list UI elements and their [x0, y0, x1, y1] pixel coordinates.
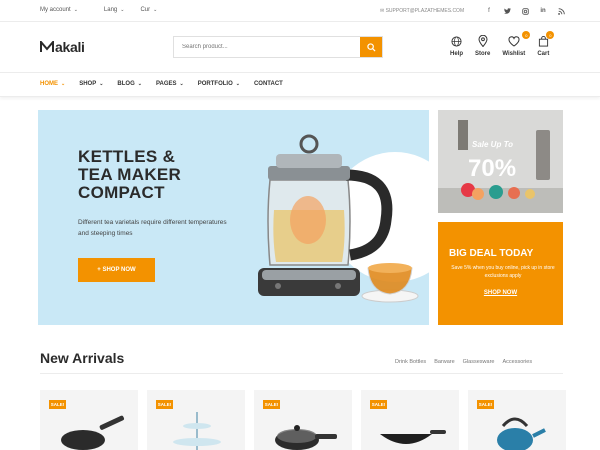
hero-description: Different tea varietals require differen…: [78, 219, 227, 237]
logo[interactable]: akali: [40, 39, 85, 55]
nav-label: PAGES: [155, 81, 177, 87]
header-actions: Help Store 0 Wishlist 0 Cart: [450, 31, 561, 57]
deal-shop-now-button[interactable]: SHOP NOW: [438, 290, 563, 296]
chevron-down-icon: ⌄: [73, 7, 78, 13]
instagram-icon[interactable]: [520, 5, 530, 17]
nav-label: CONTACT: [253, 81, 283, 87]
nav-item-pages[interactable]: PAGES ⌄: [156, 81, 184, 87]
chevron-down-icon: ⌄: [153, 7, 158, 13]
facebook-icon[interactable]: f: [484, 5, 494, 17]
hero-title: KETTLES & TEA MAKER COMPACT: [78, 148, 181, 202]
search-box: [173, 36, 383, 58]
tab-barware[interactable]: Barware: [434, 359, 454, 365]
help-globe-icon: [451, 35, 462, 47]
tab-drink-bottles[interactable]: Drink Bottles: [395, 359, 426, 365]
wishlist-link[interactable]: 0 Wishlist: [502, 31, 531, 57]
rss-icon[interactable]: [556, 5, 566, 17]
hero-title-line3: COMPACT: [78, 183, 165, 202]
deal-title: BIG DEAL TODAY: [449, 248, 534, 259]
tab-accessories[interactable]: Accessories: [502, 359, 532, 365]
product-card[interactable]: SALE!: [147, 390, 245, 450]
nav-item-home[interactable]: HOME ⌄: [40, 81, 65, 87]
product-card[interactable]: SALE!: [361, 390, 459, 450]
sale-badge: SALE!: [49, 400, 66, 409]
nav-label: PORTFOLIO: [197, 81, 233, 87]
product-grid: SALE! SALE! SALE! SALE! SALE!: [40, 390, 566, 450]
deal-description: Save 5% when you buy online, pick up in …: [451, 265, 555, 279]
sale-banner[interactable]: Sale Up To 70%: [438, 110, 563, 213]
chevron-down-icon: ⌄: [137, 81, 142, 87]
language-dropdown[interactable]: Lang ⌄: [104, 7, 125, 13]
linkedin-icon[interactable]: in: [538, 5, 548, 17]
nav-label: HOME: [40, 81, 58, 87]
product-card[interactable]: SALE!: [254, 390, 352, 450]
support-email[interactable]: ✉ SUPPORT@PLAZATHEMES.COM: [380, 8, 464, 14]
sale-badge: SALE!: [156, 400, 173, 409]
hero-title-line2: TEA MAKER: [78, 165, 182, 184]
chevron-down-icon: ⌄: [235, 81, 240, 87]
main-nav: HOME ⌄ SHOP ⌄ BLOG ⌄ PAGES ⌄ PORTFOLIO ⌄ CONT…: [0, 72, 600, 97]
chevron-down-icon: ⌄: [61, 81, 66, 87]
nav-item-contact[interactable]: CONTACT: [254, 81, 283, 87]
header: akali Help Store 0 Wishlist 0 Cart: [0, 22, 600, 72]
cart-label: Cart: [537, 51, 550, 57]
tab-glassesware[interactable]: Glassesware: [463, 359, 495, 365]
heart-icon: [508, 35, 520, 47]
nav-item-shop[interactable]: SHOP ⌄: [79, 81, 103, 87]
product-card[interactable]: SALE!: [40, 390, 138, 450]
logo-text: akali: [55, 39, 85, 55]
nav-label: BLOG: [117, 81, 135, 87]
teapot-image: [497, 417, 546, 450]
social-links: f in: [484, 5, 566, 17]
wishlist-label: Wishlist: [502, 51, 526, 57]
chevron-down-icon: ⌄: [99, 81, 104, 87]
store-link[interactable]: Store: [475, 34, 490, 57]
cart-count-badge: 0: [546, 31, 555, 39]
sale-badge: SALE!: [263, 400, 280, 409]
lidded-pan-image: [275, 425, 337, 450]
hero-title-line1: KETTLES &: [78, 147, 176, 166]
kettle-image: [258, 134, 419, 303]
section-title: New Arrivals: [40, 350, 125, 366]
store-label: Store: [475, 51, 491, 57]
sale-label: Sale Up To: [472, 140, 514, 149]
my-account-label: My account: [40, 7, 71, 13]
logo-mark-icon: [40, 41, 54, 52]
divider: [40, 373, 563, 374]
chevron-down-icon: ⌄: [179, 81, 184, 87]
product-card[interactable]: SALE!: [468, 390, 566, 450]
twitter-icon[interactable]: [502, 5, 512, 17]
hero-banner: KETTLES & TEA MAKER COMPACT Different te…: [38, 110, 429, 325]
wok-image: [380, 430, 446, 444]
sale-badge: SALE!: [477, 400, 494, 409]
help-link[interactable]: Help: [450, 34, 463, 57]
sale-badge: SALE!: [370, 400, 387, 409]
nav-label: SHOP: [79, 81, 97, 87]
cake-stand-image: [173, 412, 221, 450]
frying-pan-image: [61, 415, 125, 450]
hero-shop-now-button[interactable]: + SHOP NOW: [78, 258, 155, 282]
category-tabs: Drink Bottles Barware Glassesware Access…: [395, 359, 532, 365]
nav-item-blog[interactable]: BLOG ⌄: [117, 81, 142, 87]
help-label: Help: [450, 51, 464, 57]
chevron-down-icon: ⌄: [120, 7, 125, 13]
nav-item-portfolio[interactable]: PORTFOLIO ⌄: [198, 81, 240, 87]
deal-banner: BIG DEAL TODAY Save 5% when you buy onli…: [438, 222, 563, 325]
search-input[interactable]: [174, 37, 360, 57]
language-label: Lang: [103, 7, 118, 13]
search-icon: [366, 42, 376, 52]
search-button[interactable]: [360, 37, 382, 57]
top-bar: My account ⌄ Lang ⌄ Cur ⌄ ✉ SUPPORT@PLAZATH…: [0, 0, 600, 22]
cart-link[interactable]: 0 Cart: [537, 31, 555, 57]
sale-percent: 70%: [468, 155, 517, 182]
currency-dropdown[interactable]: Cur ⌄: [140, 7, 157, 13]
my-account-dropdown[interactable]: My account ⌄: [40, 7, 78, 13]
wishlist-count-badge: 0: [522, 31, 531, 39]
location-pin-icon: [478, 35, 488, 47]
currency-label: Cur: [140, 7, 151, 13]
